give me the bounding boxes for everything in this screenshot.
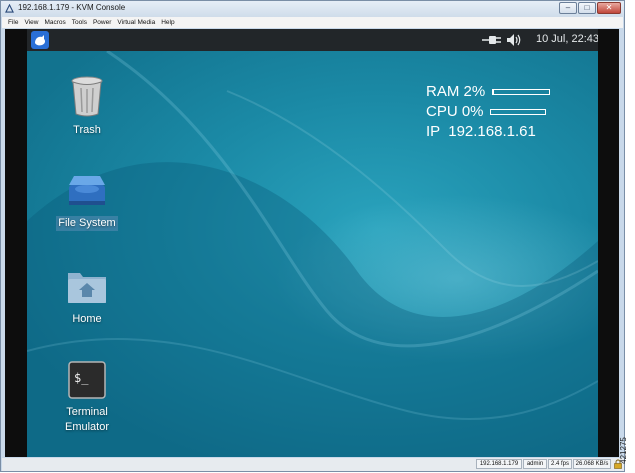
trash-label: Trash xyxy=(73,124,101,136)
minimize-button[interactable]: – xyxy=(559,2,577,14)
app-icon xyxy=(5,4,14,13)
ram-bar-fill xyxy=(493,90,495,94)
status-user: admin xyxy=(523,459,547,469)
trash-icon xyxy=(71,76,103,117)
ip-label: IP 192.168.1.61 xyxy=(426,123,536,140)
maximize-button[interactable]: □ xyxy=(578,2,596,14)
menu-help[interactable]: Help xyxy=(161,17,174,28)
file-system-label: File System xyxy=(56,216,118,231)
cpu-bar xyxy=(490,109,546,115)
terminal-icon: $_ xyxy=(68,361,106,399)
menu-power[interactable]: Power xyxy=(93,17,111,28)
svg-text:$_: $_ xyxy=(74,371,89,385)
home-label: Home xyxy=(72,313,102,325)
desktop-icon-terminal[interactable]: $_ Terminal Emulator xyxy=(42,360,132,435)
status-rate: 26.068 KB/s xyxy=(573,459,611,469)
power-plug-icon[interactable] xyxy=(482,34,502,46)
menu-file[interactable]: File xyxy=(8,17,18,28)
title-bar[interactable]: 192.168.1.179 - KVM Console – □ ✕ xyxy=(1,1,624,17)
ram-bar xyxy=(492,89,550,95)
desktop-icon-trash[interactable]: Trash xyxy=(42,74,132,138)
menu-virtual-media[interactable]: Virtual Media xyxy=(117,17,155,28)
terminal-label-line1: Terminal xyxy=(66,406,108,418)
home-folder-icon xyxy=(68,273,106,303)
status-host: 192.168.1.179 xyxy=(476,459,522,469)
desktop-icon-home[interactable]: Home xyxy=(42,267,132,327)
remote-screen[interactable]: 10 Jul, 22:43 Trash File System Home $_ … xyxy=(5,29,619,457)
whisker-menu-icon[interactable] xyxy=(31,31,49,49)
menu-tools[interactable]: Tools xyxy=(72,17,87,28)
menu-bar: File View Macros Tools Power Virtual Med… xyxy=(2,17,623,28)
cpu-label: CPU 0% xyxy=(426,103,484,120)
window-title: 192.168.1.179 - KVM Console xyxy=(18,3,126,12)
kvm-console-window: 192.168.1.179 - KVM Console – □ ✕ File V… xyxy=(0,0,625,472)
figure-number-text: 421275 xyxy=(618,437,628,464)
status-fps: 2.4 fps xyxy=(548,459,572,469)
menu-view[interactable]: View xyxy=(24,17,38,28)
top-panel: 10 Jul, 22:43 xyxy=(27,29,598,51)
desktop[interactable]: 10 Jul, 22:43 Trash File System Home $_ … xyxy=(27,29,598,457)
desktop-icon-file-system[interactable]: File System xyxy=(42,173,132,231)
close-button[interactable]: ✕ xyxy=(597,2,621,14)
drive-icon xyxy=(69,176,105,205)
volume-icon[interactable] xyxy=(506,33,524,47)
status-bar: 192.168.1.179 admin 2.4 fps 26.068 KB/s xyxy=(2,458,624,471)
clock[interactable]: 10 Jul, 22:43 xyxy=(536,33,598,45)
ram-label: RAM 2% xyxy=(426,83,486,100)
figure-number: 421275 xyxy=(618,432,634,472)
menu-macros[interactable]: Macros xyxy=(44,17,65,28)
terminal-label-line2: Emulator xyxy=(64,421,110,433)
